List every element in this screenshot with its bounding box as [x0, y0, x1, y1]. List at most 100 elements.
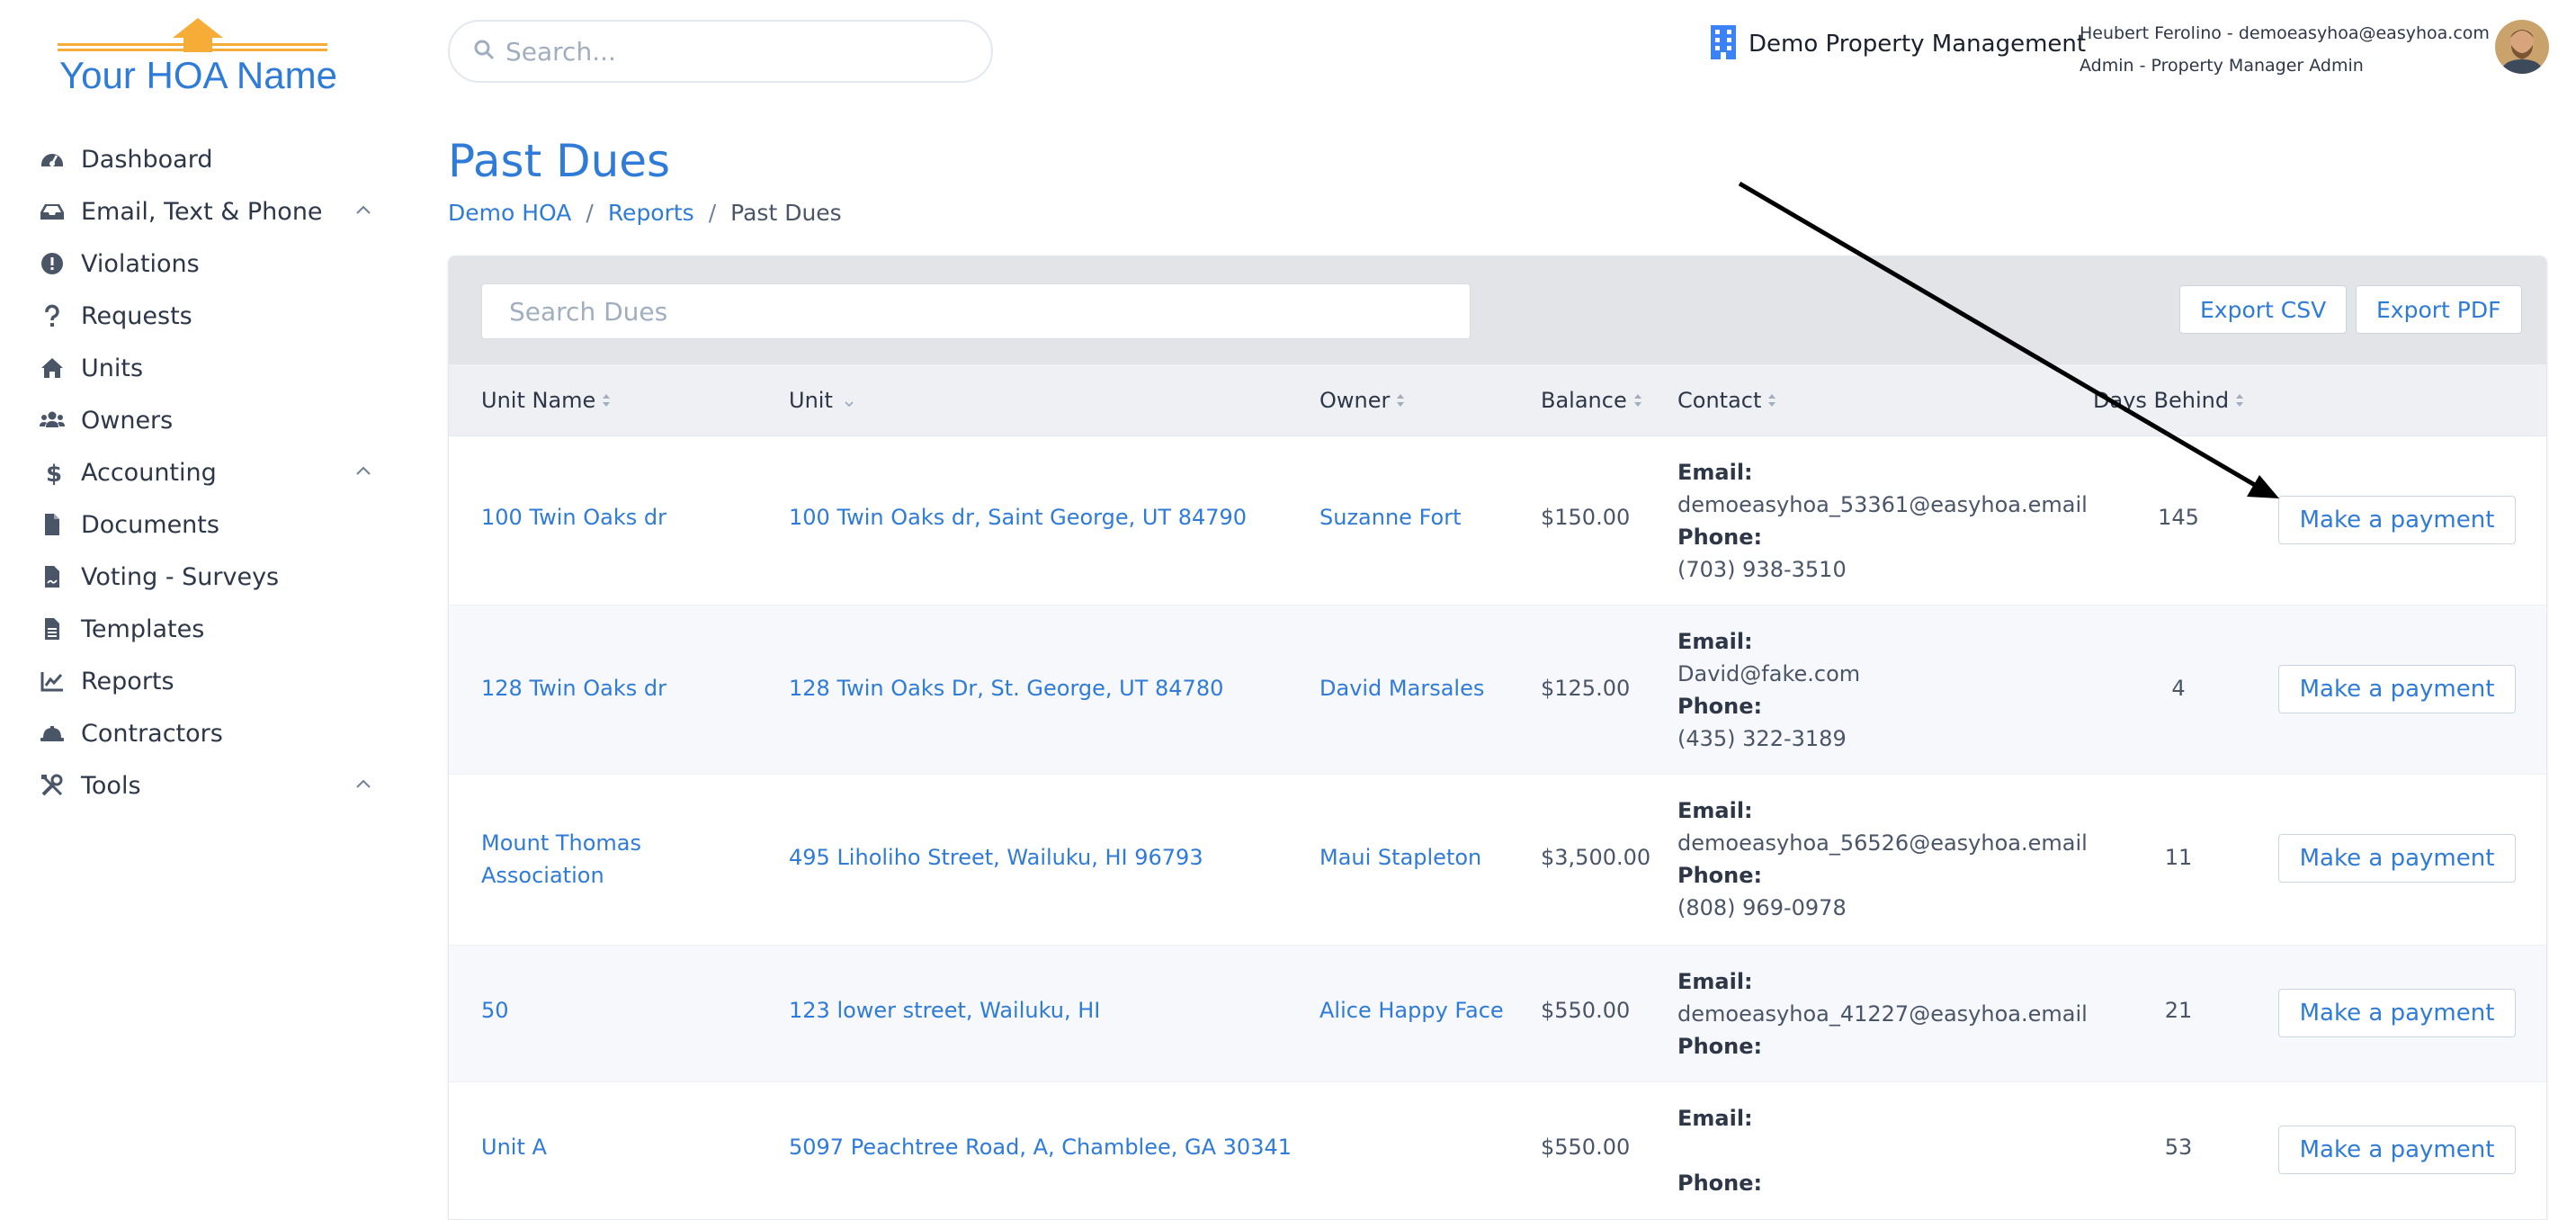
- balance: $150.00: [1541, 505, 1631, 530]
- column-header-balance[interactable]: Balance: [1541, 364, 1643, 436]
- chevron-up-icon[interactable]: [354, 776, 372, 794]
- sidebar-item-label: Contractors: [81, 719, 223, 748]
- sidebar-item-contractors[interactable]: Contractors: [40, 707, 372, 759]
- sidebar-item-reports[interactable]: Reports: [40, 655, 372, 707]
- unit-name-line: Association: [481, 863, 604, 888]
- past-dues-card: Export CSV Export PDF Unit Name Unit Own…: [448, 256, 2547, 1220]
- unit-name-link[interactable]: Unit A: [481, 1135, 547, 1160]
- contact-info: Email: demoeasyhoa_41227@easyhoa.email P…: [1677, 965, 2088, 1063]
- hard-hat-icon: [40, 721, 65, 746]
- days-behind: 11: [2164, 845, 2193, 870]
- column-label: Contact: [1677, 388, 1762, 413]
- email-value-empty: [1677, 1135, 1762, 1167]
- sort-icon: [1767, 392, 1777, 408]
- file-icon: [40, 512, 65, 537]
- sidebar-item-documents[interactable]: Documents: [40, 498, 372, 551]
- make-payment-button[interactable]: Make a payment: [2278, 665, 2516, 713]
- contact-info: Email: Phone:: [1677, 1102, 1762, 1199]
- sidebar-item-label: Reports: [81, 667, 174, 695]
- sidebar-item-label: Accounting: [81, 458, 217, 487]
- sidebar-item-templates[interactable]: Templates: [40, 603, 372, 655]
- unit-address-link[interactable]: 100 Twin Oaks dr, Saint George, UT 84790: [789, 505, 1247, 530]
- days-behind: 145: [2158, 505, 2199, 530]
- inbox-icon: [40, 199, 65, 224]
- unit-address-link[interactable]: 495 Liholiho Street, Wailuku, HI 96793: [789, 845, 1203, 870]
- make-payment-button[interactable]: Make a payment: [2278, 834, 2516, 883]
- company-switcher[interactable]: Demo Property Management: [1711, 25, 2086, 63]
- search-dues-input[interactable]: [481, 283, 1471, 339]
- breadcrumb-current: Past Dues: [730, 200, 842, 226]
- sidebar-nav: Dashboard Email, Text & Phone Violations…: [40, 133, 372, 812]
- owner-link[interactable]: Maui Stapleton: [1319, 845, 1481, 870]
- owner-link[interactable]: Alice Happy Face: [1319, 998, 1504, 1023]
- file-signature-icon: [40, 564, 65, 589]
- chevron-up-icon[interactable]: [354, 202, 372, 220]
- email-value: demoeasyhoa_53361@easyhoa.email: [1677, 492, 2088, 517]
- column-header-days-behind[interactable]: Days Behind: [2093, 364, 2245, 436]
- sidebar-item-units[interactable]: Units: [40, 342, 372, 394]
- column-header-contact[interactable]: Contact: [1677, 364, 1777, 436]
- sidebar-item-owners[interactable]: Owners: [40, 394, 372, 446]
- email-label: Email:: [1677, 969, 1753, 994]
- column-header-unit-name[interactable]: Unit Name: [481, 364, 612, 436]
- sidebar-item-email-text-phone[interactable]: Email, Text & Phone: [40, 185, 372, 238]
- unit-address-link[interactable]: 123 lower street, Wailuku, HI: [789, 998, 1100, 1023]
- export-pdf-button[interactable]: Export PDF: [2356, 285, 2522, 334]
- balance: $550.00: [1541, 1135, 1631, 1160]
- unit-address-link[interactable]: 128 Twin Oaks Dr, St. George, UT 84780: [789, 676, 1223, 701]
- breadcrumb-reports[interactable]: Reports: [608, 200, 694, 226]
- dollar-icon: $: [40, 460, 65, 485]
- phone-label: Phone:: [1677, 525, 1763, 550]
- unit-address-link[interactable]: 5097 Peachtree Road, A, Chamblee, GA 303…: [789, 1135, 1292, 1160]
- column-header-unit[interactable]: Unit: [789, 364, 854, 436]
- balance: $3,500.00: [1541, 845, 1651, 870]
- chevron-up-icon[interactable]: [354, 462, 372, 480]
- column-label: Days Behind: [2093, 388, 2230, 413]
- user-info[interactable]: Heubert Ferolino - demoeasyhoa@easyhoa.c…: [2080, 23, 2490, 76]
- home-icon: [40, 355, 65, 381]
- contact-info: Email: David@fake.com Phone: (435) 322-3…: [1677, 625, 1860, 755]
- make-payment-button[interactable]: Make a payment: [2278, 989, 2516, 1037]
- table-toolbar: Export CSV Export PDF: [449, 256, 2546, 364]
- user-role: Admin - Property Manager Admin: [2080, 56, 2364, 76]
- sidebar-item-label: Owners: [81, 406, 174, 435]
- email-label: Email:: [1677, 460, 1753, 485]
- column-header-owner[interactable]: Owner: [1319, 364, 1406, 436]
- days-behind: 53: [2164, 1135, 2193, 1160]
- contact-info: Email: demoeasyhoa_53361@easyhoa.email P…: [1677, 456, 2088, 586]
- breadcrumb-demo-hoa[interactable]: Demo HOA: [448, 200, 571, 226]
- owner-link[interactable]: Suzanne Fort: [1319, 505, 1461, 530]
- sidebar-item-violations[interactable]: Violations: [40, 238, 372, 290]
- sidebar-item-accounting[interactable]: $ Accounting: [40, 446, 372, 498]
- avatar[interactable]: [2495, 20, 2549, 74]
- sidebar-item-tools[interactable]: Tools: [40, 759, 372, 812]
- global-search[interactable]: [448, 20, 993, 83]
- unit-name-link[interactable]: Mount Thomas Association: [481, 827, 641, 892]
- company-name: Demo Property Management: [1749, 31, 2087, 58]
- phone-value: (703) 938-3510: [1677, 557, 1847, 582]
- global-search-input[interactable]: [505, 36, 955, 67]
- unit-name-link[interactable]: 100 Twin Oaks dr: [481, 505, 666, 530]
- unit-name-link[interactable]: 50: [481, 998, 509, 1023]
- logo-lines: [58, 43, 327, 54]
- balance: $125.00: [1541, 676, 1631, 701]
- phone-label: Phone:: [1677, 1034, 1763, 1059]
- hoa-logo[interactable]: Your HOA Name: [54, 16, 337, 97]
- search-icon: [473, 39, 495, 64]
- email-label: Email:: [1677, 629, 1753, 654]
- owner-link[interactable]: David Marsales: [1319, 676, 1484, 701]
- sidebar-item-dashboard[interactable]: Dashboard: [40, 133, 372, 185]
- sort-icon: [1395, 392, 1406, 408]
- sidebar-item-voting-surveys[interactable]: Voting - Surveys: [40, 551, 372, 603]
- make-payment-button[interactable]: Make a payment: [2278, 1126, 2516, 1174]
- export-csv-button[interactable]: Export CSV: [2179, 285, 2348, 334]
- unit-name-link[interactable]: 128 Twin Oaks dr: [481, 676, 666, 701]
- email-value: David@fake.com: [1677, 661, 1861, 686]
- file-alt-icon: [40, 616, 65, 641]
- sidebar: Your HOA Name Dashboard Email, Text & Ph…: [0, 0, 387, 1220]
- contact-info: Email: demoeasyhoa_56526@easyhoa.email P…: [1677, 794, 2088, 924]
- sidebar-item-requests[interactable]: Requests: [40, 290, 372, 342]
- page-title: Past Dues: [448, 135, 671, 187]
- make-payment-button[interactable]: Make a payment: [2278, 496, 2516, 544]
- user-name: Heubert Ferolino - demoeasyhoa@easyhoa.c…: [2080, 23, 2490, 43]
